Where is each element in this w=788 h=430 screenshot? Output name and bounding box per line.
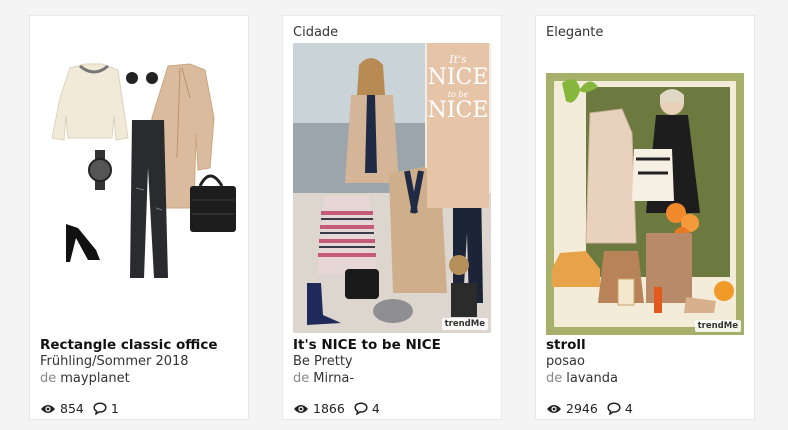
outfit-card[interactable]: Cidade It's NICE to be NICE trendMe It's… bbox=[282, 15, 502, 420]
by-label: de bbox=[40, 371, 57, 386]
outfit-subtitle: Frühling/Sommer 2018 bbox=[40, 354, 189, 369]
outfit-image[interactable] bbox=[40, 38, 238, 288]
speech-bubble-icon[interactable] bbox=[93, 402, 107, 415]
speech-bubble-icon[interactable] bbox=[354, 402, 368, 415]
outfit-title[interactable]: Rectangle classic office bbox=[40, 337, 240, 353]
eye-icon bbox=[547, 404, 561, 413]
category-label: Elegante bbox=[546, 25, 604, 40]
views-count: 854 bbox=[60, 401, 84, 416]
card-stats: 854 1 bbox=[40, 401, 128, 416]
eye-icon bbox=[294, 404, 308, 413]
outfit-collage bbox=[51, 63, 236, 278]
speech-bubble-icon[interactable] bbox=[607, 402, 621, 415]
card-stats: 1866 4 bbox=[293, 401, 389, 416]
outfit-subtitle: Be Pretty bbox=[293, 354, 353, 369]
outfit-card[interactable]: Rectangle classic office Frühling/Sommer… bbox=[29, 15, 249, 420]
watermark: trendMe bbox=[441, 318, 488, 330]
by-label: de bbox=[546, 371, 563, 386]
comments-count: 1 bbox=[110, 401, 119, 416]
quote-poster: It's NICE to be NICE bbox=[427, 43, 489, 208]
views-count: 2946 bbox=[566, 401, 598, 416]
outfit-title[interactable]: stroll bbox=[546, 337, 746, 353]
views-count: 1866 bbox=[313, 401, 345, 416]
watermark: trendMe bbox=[694, 320, 741, 332]
comments-count: 4 bbox=[624, 401, 633, 416]
outfit-subtitle: posao bbox=[546, 354, 585, 369]
eye-icon bbox=[41, 404, 55, 413]
comments-count: 4 bbox=[371, 401, 380, 416]
outfit-collage bbox=[546, 73, 744, 335]
by-label: de bbox=[293, 371, 310, 386]
author-link[interactable]: mayplanet bbox=[60, 371, 130, 386]
outfit-card[interactable]: Elegante trendMe stroll posao de lavanda… bbox=[535, 15, 755, 420]
outfit-image[interactable]: It's NICE to be NICE trendMe bbox=[293, 43, 491, 333]
category-label: Cidade bbox=[293, 25, 339, 40]
author-link[interactable]: lavanda bbox=[566, 371, 618, 386]
author-link[interactable]: Mirna- bbox=[313, 371, 354, 386]
card-stats: 2946 4 bbox=[546, 401, 642, 416]
outfit-title[interactable]: It's NICE to be NICE bbox=[293, 337, 493, 353]
outfit-image[interactable]: trendMe bbox=[546, 73, 744, 335]
